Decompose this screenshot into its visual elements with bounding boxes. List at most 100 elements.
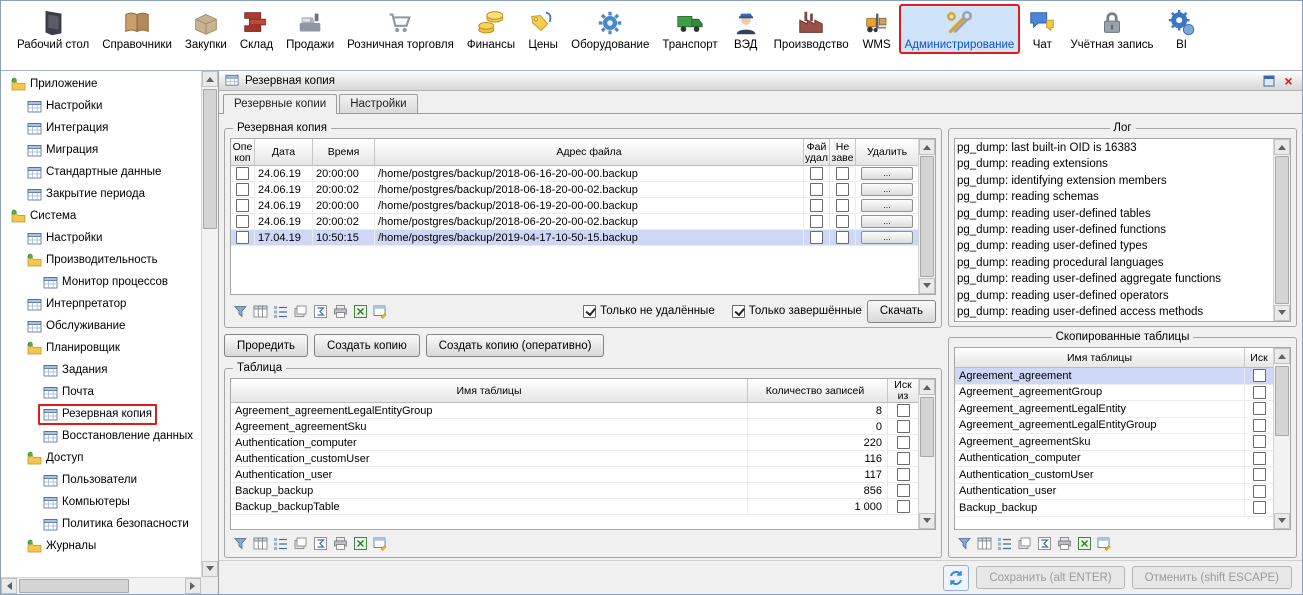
tree-item[interactable]: Производительность bbox=[1, 249, 201, 271]
excluded-checkbox[interactable] bbox=[1253, 501, 1266, 514]
save-button[interactable]: Сохранить (alt ENTER) bbox=[976, 566, 1124, 589]
copied-table-row[interactable]: Agreement_agreementSku bbox=[955, 434, 1273, 451]
tree-item[interactable]: Стандартные данные bbox=[1, 161, 201, 183]
tree-item[interactable]: Доступ bbox=[1, 447, 201, 469]
create-copy-button[interactable]: Создать копию bbox=[314, 334, 420, 357]
column-header-time[interactable]: Время bbox=[313, 139, 375, 166]
filter-icon[interactable] bbox=[232, 303, 248, 319]
backup-table-scrollbar[interactable] bbox=[918, 139, 935, 294]
excluded-checkbox[interactable] bbox=[1253, 402, 1266, 415]
cancel-button[interactable]: Отменить (shift ESCAPE) bbox=[1132, 566, 1292, 589]
toolbar-item-sales[interactable]: Продажи bbox=[280, 4, 340, 54]
numbered-list-icon[interactable] bbox=[272, 535, 288, 551]
scroll-down-button[interactable] bbox=[919, 513, 935, 529]
operative-copy-checkbox[interactable] bbox=[236, 199, 249, 212]
tree-vertical-scrollbar[interactable] bbox=[201, 71, 218, 577]
excluded-checkbox[interactable] bbox=[1253, 468, 1266, 481]
tree-item[interactable]: Политика безопасности bbox=[1, 513, 201, 535]
column-header-date[interactable]: Дата bbox=[255, 139, 313, 166]
backup-row[interactable]: 17.04.19 10:50:15 /home/postgres/backup/… bbox=[231, 230, 918, 246]
excluded-checkbox[interactable] bbox=[897, 420, 910, 433]
print-icon[interactable] bbox=[332, 535, 348, 551]
scroll-right-button[interactable] bbox=[185, 578, 201, 594]
copied-table-row[interactable]: Authentication_user bbox=[955, 484, 1273, 501]
tree-item[interactable]: Миграция bbox=[1, 139, 201, 161]
scroll-thumb[interactable] bbox=[19, 579, 129, 593]
scroll-down-button[interactable] bbox=[1274, 305, 1290, 321]
column-header-path[interactable]: Адрес файла bbox=[375, 139, 804, 166]
tables-table-scrollbar[interactable] bbox=[918, 379, 935, 529]
copied-tables-scrollbar[interactable] bbox=[1273, 348, 1290, 529]
toolbar-item-purchases[interactable]: Закупки bbox=[179, 4, 233, 54]
tree-item[interactable]: Приложение bbox=[1, 73, 201, 95]
table-row[interactable]: Backup_backupTable 1 000 bbox=[231, 499, 918, 515]
toolbar-item-bi[interactable]: BI bbox=[1161, 4, 1203, 54]
tree-item[interactable]: Задания bbox=[1, 359, 201, 381]
table-row[interactable]: Backup_backup 856 bbox=[231, 483, 918, 499]
tab-backups[interactable]: Резервные копии bbox=[223, 94, 337, 114]
scroll-left-button[interactable] bbox=[1, 578, 17, 594]
scroll-thumb[interactable] bbox=[1275, 156, 1289, 304]
thin-out-button[interactable]: Проредить bbox=[224, 334, 308, 357]
toolbar-item-warehouse[interactable]: Склад bbox=[234, 4, 279, 54]
file-deleted-checkbox[interactable] bbox=[810, 167, 823, 180]
copied-table-row[interactable]: Authentication_computer bbox=[955, 451, 1273, 468]
excluded-checkbox[interactable] bbox=[897, 436, 910, 449]
tree-item[interactable]: Система bbox=[1, 205, 201, 227]
not-deleted-checkbox[interactable] bbox=[583, 305, 596, 318]
excluded-checkbox[interactable] bbox=[897, 468, 910, 481]
table-row[interactable]: Authentication_customUser 116 bbox=[231, 451, 918, 467]
excluded-checkbox[interactable] bbox=[1253, 386, 1266, 399]
not-finished-checkbox[interactable] bbox=[836, 215, 849, 228]
scroll-up-button[interactable] bbox=[1274, 348, 1290, 364]
file-deleted-checkbox[interactable] bbox=[810, 231, 823, 244]
table-row[interactable]: Authentication_user 117 bbox=[231, 467, 918, 483]
export-icon[interactable] bbox=[312, 303, 328, 319]
column-header-delete[interactable]: Удалить bbox=[856, 139, 918, 166]
column-header-file-deleted[interactable]: Фай удал bbox=[804, 139, 830, 166]
copied-table-row[interactable]: Agreement_agreementLegalEntityGroup bbox=[955, 418, 1273, 435]
tree-item[interactable]: Компьютеры bbox=[1, 491, 201, 513]
column-header-table-name[interactable]: Имя таблицы bbox=[231, 379, 748, 403]
copied-table-row[interactable]: Agreement_agreement bbox=[955, 368, 1273, 385]
excel-export-icon[interactable] bbox=[352, 303, 368, 319]
delete-browse-button[interactable]: ... bbox=[861, 167, 913, 180]
tree-item[interactable]: Закрытие периода bbox=[1, 183, 201, 205]
scroll-thumb[interactable] bbox=[203, 89, 217, 229]
tree-item[interactable]: Обслуживание bbox=[1, 315, 201, 337]
edit-table-icon[interactable] bbox=[1096, 535, 1112, 551]
toolbar-item-ved[interactable]: ВЭД bbox=[725, 4, 767, 54]
excluded-checkbox[interactable] bbox=[1253, 485, 1266, 498]
column-header-table-name[interactable]: Имя таблицы bbox=[955, 348, 1245, 368]
copy-rows-icon[interactable] bbox=[1016, 535, 1032, 551]
excluded-checkbox[interactable] bbox=[897, 500, 910, 513]
column-header-record-count[interactable]: Количество записей bbox=[748, 379, 888, 403]
completed-checkbox[interactable] bbox=[732, 305, 745, 318]
tree-item[interactable]: Интерпретатор bbox=[1, 293, 201, 315]
tree-item[interactable]: Настройки bbox=[1, 227, 201, 249]
toolbar-item-equipment[interactable]: Оборудование bbox=[565, 4, 655, 54]
tree-item[interactable]: Планировщик bbox=[1, 337, 201, 359]
numbered-list-icon[interactable] bbox=[996, 535, 1012, 551]
toolbar-item-prices[interactable]: Цены bbox=[522, 4, 564, 54]
not-finished-checkbox[interactable] bbox=[836, 199, 849, 212]
not-finished-checkbox[interactable] bbox=[836, 183, 849, 196]
toolbar-item-account[interactable]: Учётная запись bbox=[1064, 4, 1159, 54]
scroll-thumb[interactable] bbox=[1275, 366, 1289, 436]
not-finished-checkbox[interactable] bbox=[836, 167, 849, 180]
column-settings-icon[interactable] bbox=[252, 303, 268, 319]
refresh-button[interactable] bbox=[943, 565, 969, 591]
scroll-down-button[interactable] bbox=[1274, 513, 1290, 529]
operative-copy-checkbox[interactable] bbox=[236, 231, 249, 244]
file-deleted-checkbox[interactable] bbox=[810, 183, 823, 196]
toolbar-item-desktop[interactable]: Рабочий стол bbox=[11, 4, 95, 54]
toolbar-item-retail[interactable]: Розничная торговля bbox=[341, 4, 460, 54]
filter-not-deleted[interactable]: Только не удалённые bbox=[583, 305, 715, 318]
delete-browse-button[interactable]: ... bbox=[861, 183, 913, 196]
column-settings-icon[interactable] bbox=[976, 535, 992, 551]
table-row[interactable]: Authentication_computer 220 bbox=[231, 435, 918, 451]
scroll-down-button[interactable] bbox=[919, 278, 935, 294]
edit-table-icon[interactable] bbox=[372, 535, 388, 551]
scroll-up-button[interactable] bbox=[919, 379, 935, 395]
toolbar-item-finance[interactable]: Финансы bbox=[461, 4, 521, 54]
